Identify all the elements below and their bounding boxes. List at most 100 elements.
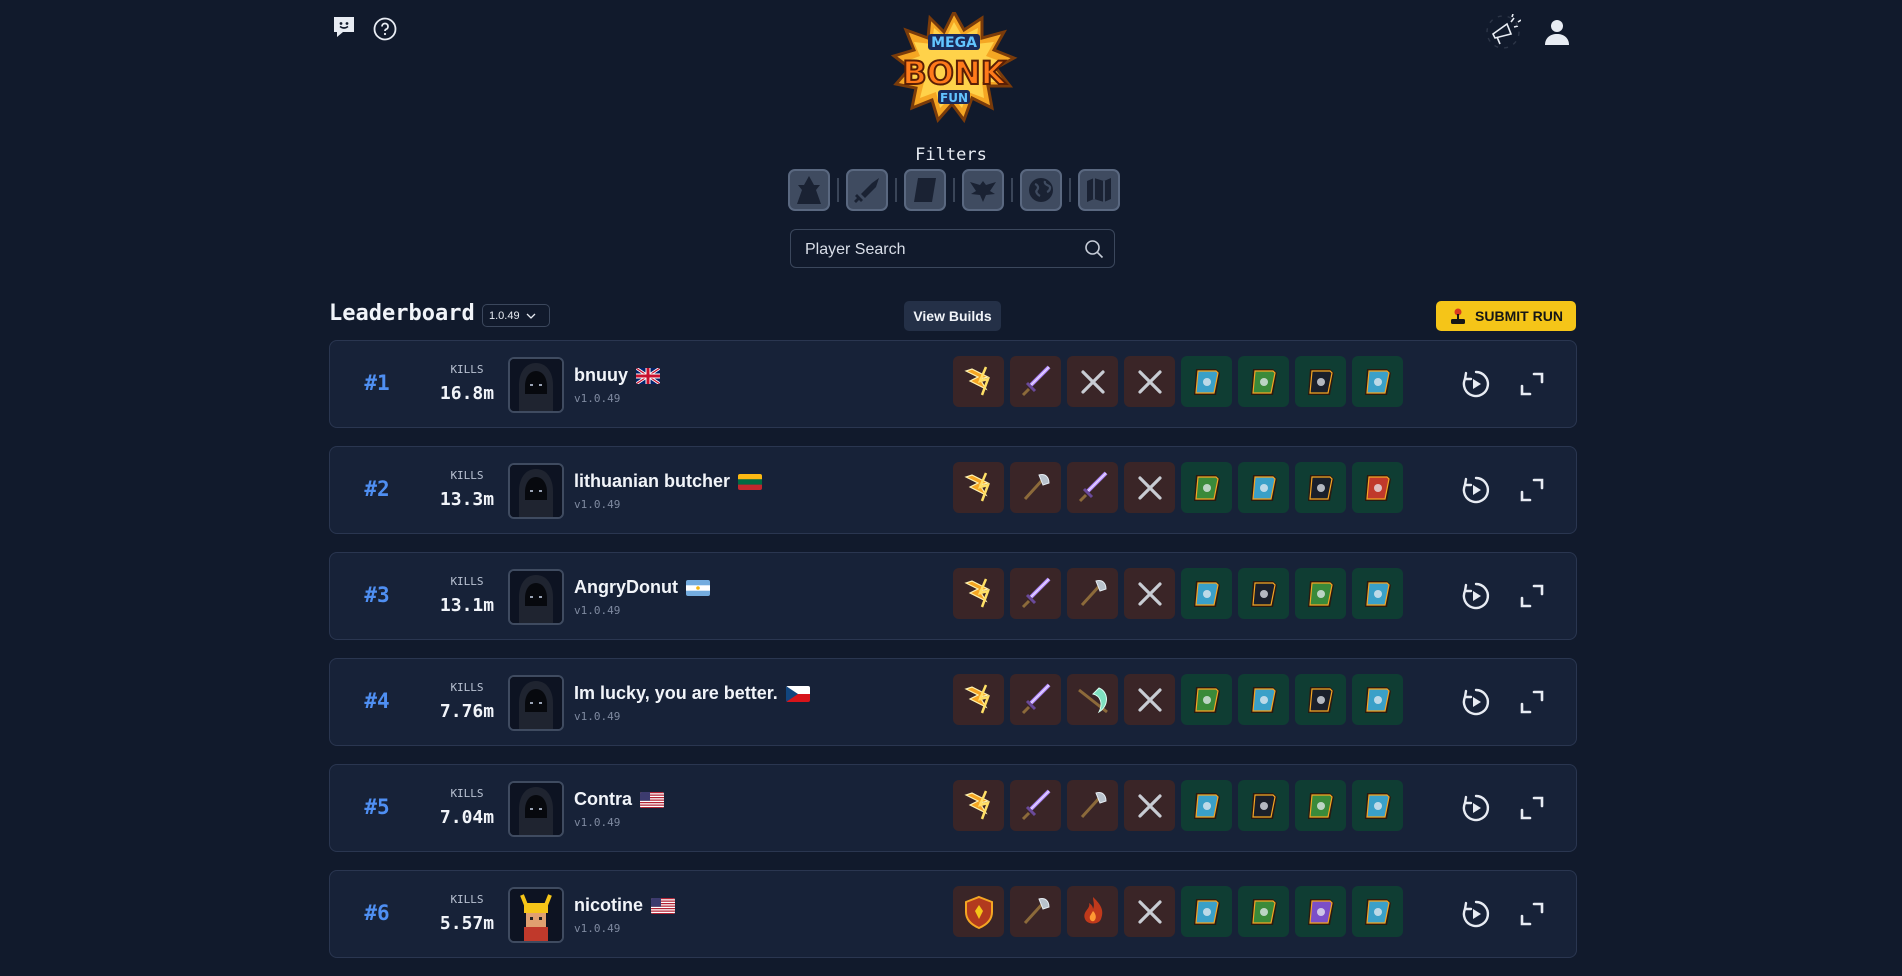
rank: #4 — [364, 689, 390, 713]
player-name-line[interactable]: Contra — [574, 789, 664, 810]
replay-icon[interactable] — [1461, 687, 1491, 717]
player-avatar[interactable] — [508, 569, 564, 625]
player-name[interactable]: Im lucky, you are better. — [574, 683, 778, 704]
leaderboard-row[interactable]: #5 KILLS 7.04m Contra v1.0.49 — [329, 764, 1577, 852]
player-name-line[interactable]: Im lucky, you are better. — [574, 683, 810, 704]
weapon-slot-lightning-icon[interactable] — [953, 462, 1004, 513]
tome-slot-blue-icon[interactable] — [1181, 568, 1232, 619]
weapon-filter-button[interactable] — [846, 169, 888, 211]
submit-run-label: SUBMIT RUN — [1475, 308, 1563, 324]
weapon-slot-lightning-icon[interactable] — [953, 674, 1004, 725]
player-name-line[interactable]: nicotine — [574, 895, 676, 916]
player-avatar[interactable] — [508, 357, 564, 413]
tome-slot-blue-icon[interactable] — [1238, 674, 1289, 725]
view-builds-button[interactable]: View Builds — [904, 301, 1001, 331]
player-name-line[interactable]: bnuuy — [574, 365, 660, 386]
user-icon[interactable] — [1543, 18, 1571, 46]
tome-slot-dark-icon[interactable] — [1238, 780, 1289, 831]
player-name-line[interactable]: lithuanian butcher — [574, 471, 763, 492]
weapon-slot-sword-icon[interactable] — [1010, 356, 1061, 407]
weapon-slot-lightning-icon[interactable] — [953, 356, 1004, 407]
weapon-slot-shield-icon[interactable] — [953, 886, 1004, 937]
tome-slot-green-icon[interactable] — [1181, 462, 1232, 513]
help-circle-icon[interactable] — [373, 17, 397, 41]
player-name[interactable]: Contra — [574, 789, 632, 810]
kills-label: KILLS — [450, 469, 484, 482]
tome-filter-button[interactable] — [904, 169, 946, 211]
expand-icon[interactable] — [1517, 793, 1547, 823]
weapon-slot-axe-icon[interactable] — [1010, 462, 1061, 513]
weapon-slot-lightning-icon[interactable] — [953, 780, 1004, 831]
tome-slot-green-icon[interactable] — [1295, 780, 1346, 831]
leaderboard-row[interactable]: #3 KILLS 13.1m AngryDonut v1.0.49 — [329, 552, 1577, 640]
player-name[interactable]: lithuanian butcher — [574, 471, 730, 492]
weapon-slot-axe-icon[interactable] — [1067, 780, 1118, 831]
version-select[interactable]: 1.0.49 — [482, 304, 550, 327]
world-filter-button[interactable] — [1020, 169, 1062, 211]
expand-icon[interactable] — [1517, 369, 1547, 399]
player-avatar[interactable] — [508, 781, 564, 837]
tome-slot-dark-icon[interactable] — [1295, 356, 1346, 407]
player-name[interactable]: AngryDonut — [574, 577, 678, 598]
expand-icon[interactable] — [1517, 687, 1547, 717]
weapon-slot-empty-icon — [1124, 886, 1175, 937]
replay-icon[interactable] — [1461, 793, 1491, 823]
weapon-slot-sword-icon[interactable] — [1010, 780, 1061, 831]
tome-slot-blue-icon[interactable] — [1181, 780, 1232, 831]
tome-slot-dark-icon[interactable] — [1238, 568, 1289, 619]
item-filter-button[interactable] — [962, 169, 1004, 211]
weapon-slot-axe-icon[interactable] — [1067, 568, 1118, 619]
mega-bonk-logo[interactable]: MEGA BONK FUN — [890, 8, 1018, 124]
weapon-slot-lightning-icon[interactable] — [953, 568, 1004, 619]
megaphone-icon[interactable] — [1485, 14, 1521, 50]
tome-slot-green-icon[interactable] — [1238, 356, 1289, 407]
tome-slot-blue-icon[interactable] — [1352, 780, 1403, 831]
weapon-slot-sword-icon[interactable] — [1067, 462, 1118, 513]
replay-icon[interactable] — [1461, 369, 1491, 399]
player-name[interactable]: nicotine — [574, 895, 643, 916]
player-avatar[interactable] — [508, 463, 564, 519]
tome-slot-blue-icon[interactable] — [1352, 568, 1403, 619]
player-avatar[interactable] — [508, 887, 564, 943]
character-filter-button[interactable] — [788, 169, 830, 211]
weapon-slot-scythe-icon[interactable] — [1067, 674, 1118, 725]
tome-slot-dark-icon[interactable] — [1295, 674, 1346, 725]
player-name-line[interactable]: AngryDonut — [574, 577, 710, 598]
submit-run-button[interactable]: SUBMIT RUN — [1436, 301, 1576, 331]
expand-icon[interactable] — [1517, 475, 1547, 505]
search-icon[interactable] — [1084, 239, 1104, 259]
tome-slot-blue-icon[interactable] — [1352, 674, 1403, 725]
leaderboard-row[interactable]: #1 KILLS 16.8m bnuuy v1.0.49 — [329, 340, 1577, 428]
rank: #2 — [364, 477, 390, 501]
player-name[interactable]: bnuuy — [574, 365, 628, 386]
tome-slot-dark-icon[interactable] — [1295, 462, 1346, 513]
leaderboard-row[interactable]: #2 KILLS 13.3m lithuanian butcher v1.0.49 — [329, 446, 1577, 534]
tome-slot-purple-icon[interactable] — [1295, 886, 1346, 937]
chat-bubble-icon[interactable] — [331, 14, 357, 40]
replay-icon[interactable] — [1461, 899, 1491, 929]
tome-slot-green-icon[interactable] — [1181, 674, 1232, 725]
tome-slot-green-icon[interactable] — [1295, 568, 1346, 619]
tome-slot-blue-icon[interactable] — [1238, 462, 1289, 513]
weapon-slot-sword-icon[interactable] — [1010, 674, 1061, 725]
replay-icon[interactable] — [1461, 581, 1491, 611]
tome-slot-red-icon[interactable] — [1352, 462, 1403, 513]
rank: #3 — [364, 583, 390, 607]
map-filter-button[interactable] — [1078, 169, 1120, 211]
leaderboard-row[interactable]: #6 KILLS 5.57m nicotine v1.0.49 — [329, 870, 1577, 958]
leaderboard-row[interactable]: #4 KILLS 7.76m Im lucky, you are better. v1.… — [329, 658, 1577, 746]
tome-slot-blue-icon[interactable] — [1352, 356, 1403, 407]
weapon-slot-fire-icon[interactable] — [1067, 886, 1118, 937]
tome-slot-blue-icon[interactable] — [1352, 886, 1403, 937]
replay-icon[interactable] — [1461, 475, 1491, 505]
tome-slot-blue-icon[interactable] — [1181, 886, 1232, 937]
weapon-slot-sword-icon[interactable] — [1010, 568, 1061, 619]
player-avatar[interactable] — [508, 675, 564, 731]
tome-slot-blue-icon[interactable] — [1181, 356, 1232, 407]
search-input[interactable] — [803, 230, 1077, 269]
weapon-slot-axe-icon[interactable] — [1010, 886, 1061, 937]
expand-icon[interactable] — [1517, 899, 1547, 929]
expand-icon[interactable] — [1517, 581, 1547, 611]
row-actions — [1461, 581, 1547, 611]
tome-slot-green-icon[interactable] — [1238, 886, 1289, 937]
